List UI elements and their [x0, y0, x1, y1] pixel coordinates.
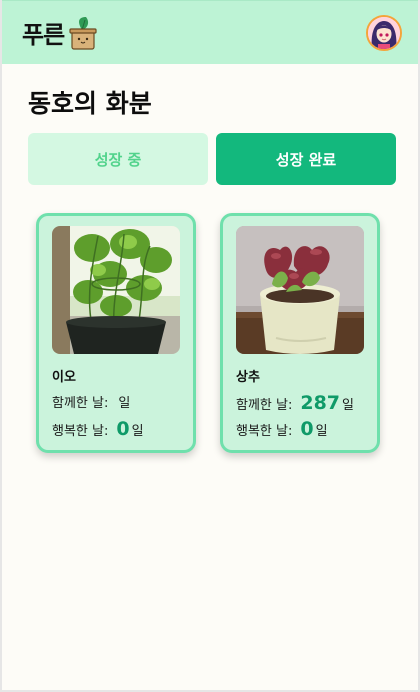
together-days: 함께한 날: 287 일 — [236, 392, 354, 414]
happy-days: 행복한 날: 0 일 — [52, 418, 144, 440]
tab-growing[interactable]: 성장 중 — [28, 133, 208, 185]
happy-days-unit: 일 — [131, 424, 144, 439]
together-days-value: 287 — [300, 392, 341, 414]
avatar-image — [368, 17, 400, 49]
top-bar: 푸른 — [2, 0, 418, 64]
happy-days-value: 0 — [300, 418, 314, 440]
tab-bar: 성장 중 성장 완료 — [28, 133, 396, 185]
app-logo[interactable]: 푸른 — [22, 15, 98, 50]
together-days-label: 함께한 날: — [52, 396, 109, 411]
page-title: 동호의 화분 — [28, 89, 152, 118]
plant-pot-icon — [69, 16, 97, 50]
plant-card-list: 이오 함께한 날: 일 행복한 날: 0 일 상추 함께한 날: 287 일 행… — [36, 213, 380, 453]
plant-card[interactable]: 상추 함께한 날: 287 일 행복한 날: 0 일 — [220, 213, 380, 453]
plant-name: 이오 — [52, 370, 76, 385]
together-days: 함께한 날: 일 — [52, 392, 130, 411]
logo-text: 푸른 — [22, 21, 65, 49]
together-days-unit: 일 — [342, 398, 354, 413]
plant-photo — [236, 226, 364, 354]
happy-days-label: 행복한 날: — [52, 424, 109, 439]
happy-days-label: 행복한 날: — [236, 424, 293, 439]
happy-days-unit: 일 — [315, 424, 328, 439]
happy-days-value: 0 — [116, 418, 130, 440]
app-frame: 푸른 동호의 화분 성장 중 성장 완료 이오 함께한 날: 일 행복한 날: … — [0, 0, 420, 692]
together-days-unit: 일 — [118, 396, 131, 411]
plant-photo — [52, 226, 180, 354]
plant-card[interactable]: 이오 함께한 날: 일 행복한 날: 0 일 — [36, 213, 196, 453]
plant-name: 상추 — [236, 370, 260, 385]
happy-days: 행복한 날: 0 일 — [236, 418, 328, 440]
tab-completed[interactable]: 성장 완료 — [216, 133, 396, 185]
user-avatar[interactable] — [366, 15, 402, 51]
together-days-label: 함께한 날: — [236, 398, 293, 413]
